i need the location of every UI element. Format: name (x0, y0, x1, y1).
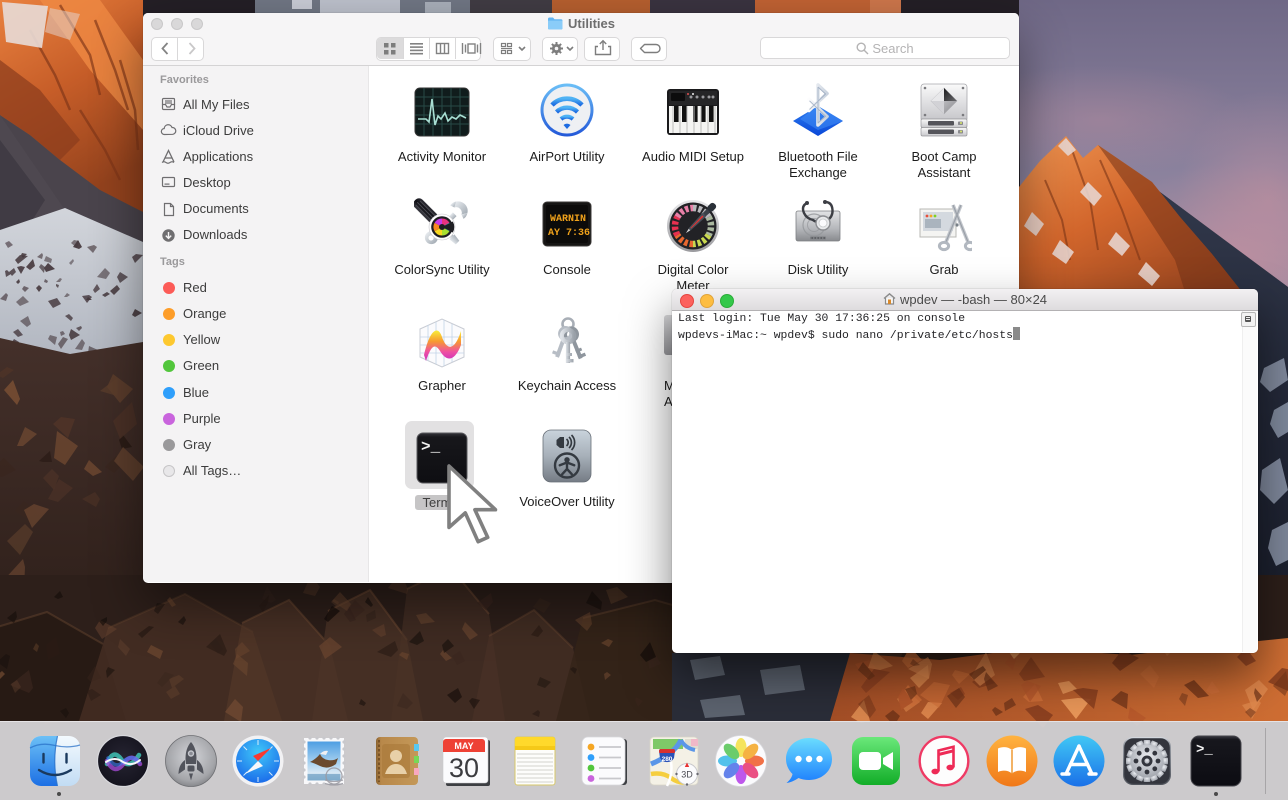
svg-text:MAY: MAY (454, 741, 473, 751)
svg-text:30: 30 (449, 753, 479, 783)
svg-text:280: 280 (662, 756, 673, 763)
svg-text:WARNIN: WARNIN (550, 214, 586, 225)
svg-text:AY 7:36: AY 7:36 (548, 228, 590, 239)
svg-text:3D: 3D (681, 770, 693, 780)
svg-text:>_: >_ (1196, 742, 1213, 758)
svg-text:>_: >_ (421, 438, 441, 456)
